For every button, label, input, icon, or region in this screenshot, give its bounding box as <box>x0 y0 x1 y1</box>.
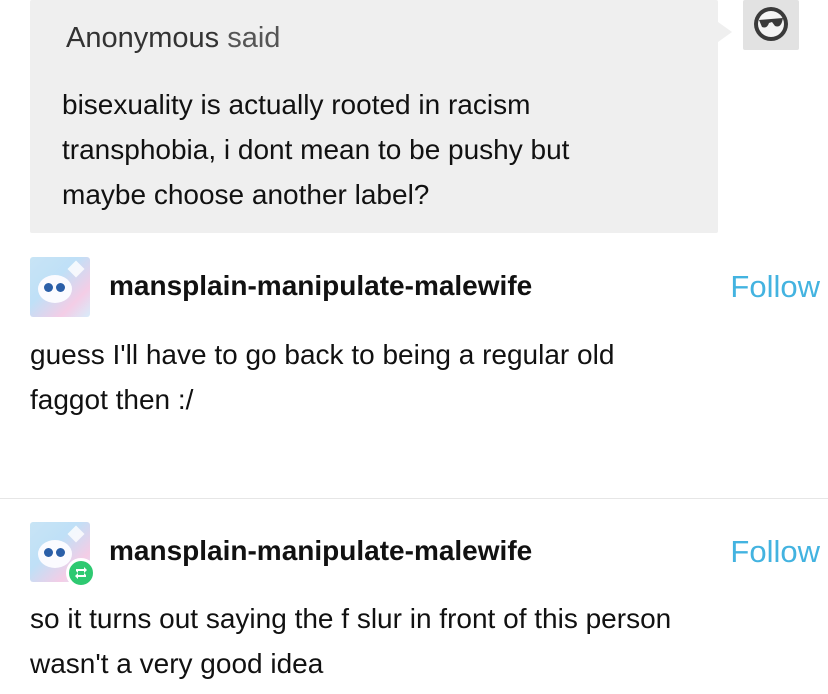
ask-question: bisexuality is actually rooted in racism… <box>62 82 692 217</box>
avatar[interactable] <box>30 257 90 317</box>
question-line: maybe choose another label? <box>62 179 430 210</box>
follow-button[interactable]: Follow <box>730 534 820 570</box>
question-line: transphobia, i dont mean to be pushy but <box>62 134 570 165</box>
post-text-line: so it turns out saying the f slur in fro… <box>30 603 672 634</box>
asker-line: Anonymous said <box>66 22 280 55</box>
follow-button[interactable]: Follow <box>730 269 820 305</box>
post-header: mansplain-manipulate-malewife Follow <box>30 257 820 317</box>
anonymous-avatar <box>743 0 799 50</box>
username[interactable]: mansplain-manipulate-malewife <box>109 270 532 302</box>
reblog-icon <box>75 567 87 579</box>
ask-bubble: Anonymous said bisexuality is actually r… <box>30 0 732 233</box>
post-text-line: faggot then :/ <box>30 384 194 415</box>
post-text-line: guess I'll have to go back to being a re… <box>30 339 615 370</box>
asker-name[interactable]: Anonymous <box>66 22 219 54</box>
post-text-line: wasn't a very good idea <box>30 648 324 679</box>
question-line: bisexuality is actually rooted in racism <box>62 89 531 120</box>
post-body: guess I'll have to go back to being a re… <box>30 332 790 422</box>
reblog-badge <box>66 558 96 588</box>
post-body: so it turns out saying the f slur in fro… <box>30 596 790 686</box>
anonymous-sunglasses-icon <box>754 7 788 41</box>
asker-verb: said <box>227 22 281 54</box>
divider <box>0 498 828 499</box>
post-header: mansplain-manipulate-malewife Follow <box>30 522 820 588</box>
username[interactable]: mansplain-manipulate-malewife <box>109 535 532 567</box>
